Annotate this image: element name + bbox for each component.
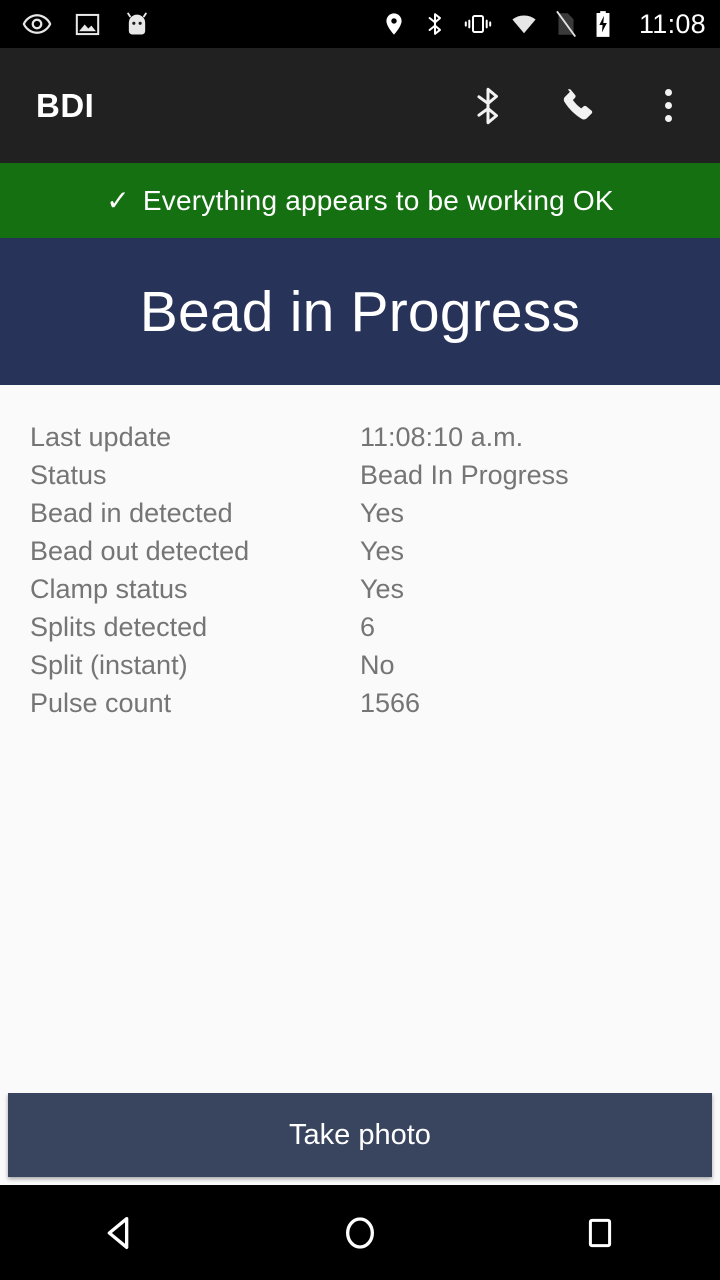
- wifi-icon: [509, 11, 539, 37]
- detail-value: Yes: [360, 574, 405, 604]
- details-panel: Last update 11:08:10 a.m. Status Bead In Pr…: [0, 385, 720, 1093]
- detail-label: Bead out detected: [30, 536, 250, 566]
- detail-row: Clamp status Yes: [30, 570, 690, 608]
- detail-row: Splits detected 6: [30, 608, 690, 646]
- bluetooth-icon[interactable]: [458, 76, 518, 136]
- action-bar: Take photo: [0, 1093, 720, 1185]
- detail-label: Split (instant): [30, 650, 188, 680]
- screenshot-image-icon: [74, 11, 101, 38]
- app-title: BDI: [36, 86, 95, 124]
- detail-row: Bead out detected Yes: [30, 532, 690, 570]
- detail-value: Yes: [360, 498, 405, 528]
- phone-screen: 11:08 BDI ✓ Everything appears to be wor…: [0, 0, 720, 1280]
- detail-label: Bead in detected: [30, 498, 233, 528]
- detail-value: Bead In Progress: [360, 460, 569, 490]
- details-list: Last update 11:08:10 a.m. Status Bead In Pr…: [30, 418, 690, 722]
- detail-label: Status: [30, 460, 107, 490]
- location-pin-icon: [381, 11, 407, 37]
- overflow-menu-icon[interactable]: [638, 76, 698, 136]
- detail-value: No: [360, 650, 395, 680]
- system-status-banner: ✓ Everything appears to be working OK: [0, 163, 720, 238]
- detail-label: Splits detected: [30, 612, 208, 642]
- status-bar-notification-icons: [22, 9, 151, 39]
- detail-value: 6: [360, 612, 376, 642]
- app-bar: BDI: [0, 48, 720, 163]
- detail-row: Pulse count 1566: [30, 684, 690, 722]
- system-status-bar: 11:08: [0, 0, 720, 48]
- detail-label: Pulse count: [30, 688, 172, 718]
- check-icon: ✓: [106, 185, 130, 216]
- status-banner-message: Everything appears to be working OK: [142, 184, 614, 216]
- phone-icon[interactable]: [548, 76, 608, 136]
- page-title: Bead in Progress: [139, 279, 581, 344]
- status-bar-system-icons: 11:08: [381, 10, 706, 38]
- detail-label: Clamp status: [30, 574, 188, 604]
- vibrate-mode-icon: [463, 11, 493, 37]
- detail-row: Bead in detected Yes: [30, 494, 690, 532]
- status-bar-clock: 11:08: [638, 8, 706, 39]
- detail-row: Last update 11:08:10 a.m.: [30, 418, 690, 456]
- battery-charging-icon: [593, 10, 613, 38]
- detail-row: Status Bead In Progress: [30, 456, 690, 494]
- detail-value: Yes: [360, 536, 405, 566]
- no-sim-card-icon: [555, 10, 577, 38]
- back-button[interactable]: [50, 1185, 190, 1280]
- home-button[interactable]: [290, 1185, 430, 1280]
- detail-value: 1566: [360, 688, 421, 718]
- recents-button[interactable]: [530, 1185, 670, 1280]
- android-robot-icon: [123, 10, 151, 38]
- overflow-dots: [664, 89, 672, 122]
- app-bar-actions: [458, 76, 698, 136]
- detail-row: Split (instant) No: [30, 646, 690, 684]
- android-navigation-bar: [0, 1185, 720, 1280]
- eye-care-icon: [22, 9, 52, 39]
- detail-value: 11:08:10 a.m.: [360, 422, 524, 452]
- bluetooth-icon: [423, 11, 447, 37]
- take-photo-button[interactable]: Take photo: [8, 1093, 712, 1177]
- detail-label: Last update: [30, 422, 172, 452]
- state-header: Bead in Progress: [0, 238, 720, 385]
